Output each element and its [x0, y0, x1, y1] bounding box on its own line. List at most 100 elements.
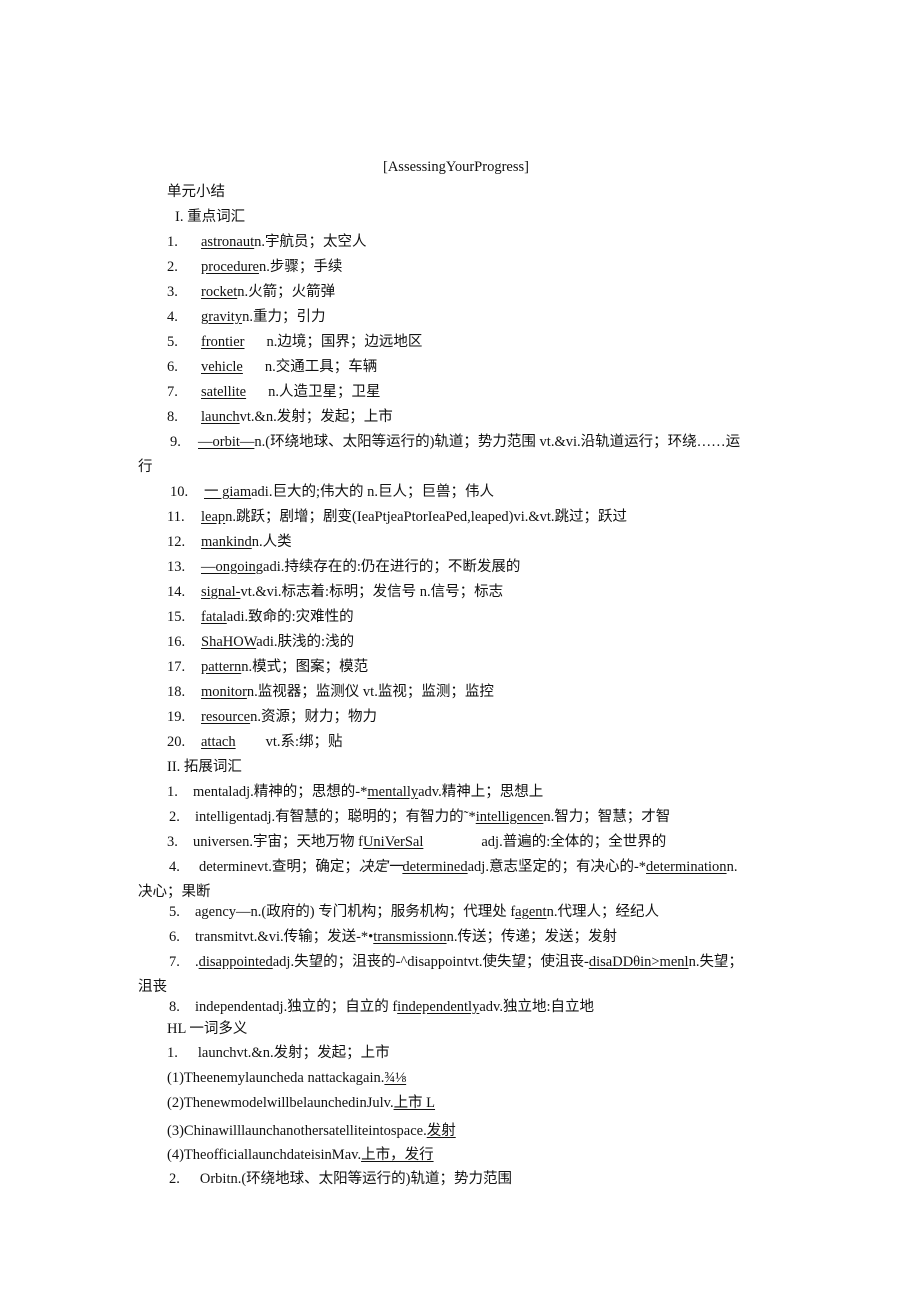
vocab-word: pattern — [201, 659, 242, 675]
vocab-definition: adi.巨大的;伟大的 n.巨人；巨兽；伟人 — [251, 484, 494, 500]
vocab-word: mankind — [201, 534, 252, 550]
key-vocab-item: 20. attach vt.系:绑；贴 — [167, 733, 343, 751]
derived-word: transmission — [373, 929, 447, 945]
item-number: 12. — [167, 534, 186, 550]
entry-continuation: 沮丧 — [138, 979, 167, 995]
sentence-text: (2)ThenewmodelwillbelaunchedinJulv. — [167, 1095, 394, 1111]
item-text: Orbitn.(环绕地球、太阳等运行的)轨道；势力范围 — [199, 1171, 513, 1187]
vocab-word: vehicle — [201, 359, 243, 375]
word-entry: determinevt.查明；确定； — [199, 859, 359, 875]
vocab-definition: vt.系:绑；贴 — [265, 734, 343, 750]
derived-word: determined — [402, 859, 468, 875]
vocab-definition: n.边境；国界；边远地区 — [266, 334, 423, 350]
item-number: 5. — [169, 904, 180, 920]
item-number: 8. — [169, 999, 180, 1015]
derived-word: agent — [515, 904, 547, 920]
item-number: 1. — [167, 784, 178, 800]
word-entry-italic: 决定一 — [358, 859, 403, 875]
entry-continuation: 决心；果断 — [138, 884, 211, 900]
example-sentence: (3)Chinawilllaunchanothersatelliteintosp… — [167, 1122, 456, 1140]
extended-vocab-item: 6. transmitvt.&vi.传输；发送-*•transmissionn.传… — [169, 928, 617, 946]
item-number: 16. — [167, 634, 186, 650]
item-number: 14. — [167, 584, 186, 600]
key-vocab-item: 10. 一 giamadi.巨大的;伟大的 n.巨人；巨兽；伟人 — [170, 483, 494, 501]
item-number: 1. — [167, 234, 178, 250]
extended-vocab-item: 8. independentadj.独立的；自立的 findependentlya… — [169, 998, 594, 1016]
item-number: 4. — [169, 859, 180, 875]
vocab-definition: n.步骤；手续 — [258, 259, 343, 275]
vocab-word: satellite — [201, 384, 247, 400]
page-title: [AssessingYourProgress] — [383, 159, 529, 175]
derived-word-2: determination — [646, 859, 727, 875]
vocab-definition: n.人造卫星；卫星 — [268, 384, 381, 400]
word-entry: universen.宇宙；天地万物 f — [193, 834, 363, 850]
item-number: 19. — [167, 709, 186, 725]
vocab-definition: n.模式；图案；模范 — [241, 659, 369, 675]
derived-definition: adv.精神上；思想上 — [418, 784, 544, 800]
derived-definition: n.代理人；经纪人 — [546, 904, 659, 920]
item-number: 5. — [167, 334, 178, 350]
vocab-word: rocket — [201, 284, 238, 300]
derived-definition-2: n.失望； — [688, 954, 743, 970]
vocab-definition: adi.肤浅的:浅的 — [256, 634, 355, 650]
sentence-text: (3)Chinawilllaunchanothersatelliteintosp… — [167, 1123, 427, 1139]
derived-word: mentally — [367, 784, 419, 800]
vocab-word: procedure — [201, 259, 259, 275]
vocab-definition: n.火箭；火箭弹 — [237, 284, 336, 300]
word-entry: transmitvt.&vi.传输；发送-*• — [195, 929, 374, 945]
vocab-word: launch — [201, 409, 240, 425]
vocab-definition: n.跳跃；剧增；剧变(IeaPtjeaPtorIeaPed,leaped)vi.… — [225, 509, 628, 525]
item-text: launchvt.&n.发射；发起；上市 — [197, 1045, 390, 1061]
vocab-word: —orbit— — [198, 434, 255, 450]
polysemy-item-1: 1. launchvt.&n.发射；发起；上市 — [167, 1044, 390, 1062]
item-number: 4. — [167, 309, 178, 325]
item-number: 15. — [167, 609, 186, 625]
answer-blank: 发射 — [426, 1123, 456, 1139]
section-heading-key-vocab: I. 重点词汇 — [175, 209, 246, 225]
example-sentence: (1)Theenemylauncheda nattackagain.¾⅛ — [167, 1069, 406, 1087]
example-sentence: (2)ThenewmodelwillbelaunchedinJulv.上市 L — [167, 1094, 435, 1112]
vocab-word: gravity — [201, 309, 243, 325]
derived-word: independently — [397, 999, 480, 1015]
extended-vocab-item: 3. universen.宇宙；天地万物 fUniVerSal adj.普遍的:全体… — [167, 833, 666, 851]
extended-vocab-item: 2. intelligentadj.有智慧的；聪明的；有智力的˜*intellig… — [169, 808, 670, 826]
item-number: 10. — [170, 484, 189, 500]
extended-vocab-item: 4. determinevt.查明；确定；决定一determinedadj.意志坚… — [169, 858, 737, 876]
item-number: 7. — [167, 384, 178, 400]
word-entry: intelligentadj.有智慧的；聪明的；有智力的˜* — [195, 809, 476, 825]
key-vocab-item: 6. vehicle n.交通工具；车辆 — [167, 358, 377, 376]
derived-definition: adj.意志坚定的；有决心的-* — [467, 859, 647, 875]
item-number: 8. — [167, 409, 178, 425]
key-vocab-item: 4. gravityn.重力；引力 — [167, 308, 325, 326]
vocab-definition-continuation: 行 — [138, 459, 153, 475]
vocab-definition: n.宇航员；太空人 — [254, 234, 367, 250]
vocab-word: resource — [201, 709, 251, 725]
item-number: 7. — [169, 954, 180, 970]
polysemy-item-2: 2. Orbitn.(环绕地球、太阳等运行的)轨道；势力范围 — [169, 1170, 512, 1188]
vocab-definition: adi.持续存在的:仍在进行的；不断发展的 — [263, 559, 521, 575]
key-vocab-item: 2. proceduren.步骤；手续 — [167, 258, 342, 276]
vocab-word: —ongoing — [201, 559, 264, 575]
item-number: 20. — [167, 734, 186, 750]
extended-vocab-item: 5. agency—n.(政府的) 专门机构；服务机构；代理处 fagentn.代… — [169, 903, 659, 921]
answer-blank: 上市，发行 — [361, 1147, 434, 1163]
key-vocab-item: 3. rocketn.火箭；火箭弹 — [167, 283, 335, 301]
derived-definition: adj.失望的；沮丧的-^disappointvt.使失望；使沮丧- — [272, 954, 589, 970]
answer-blank: ¾⅛ — [384, 1070, 407, 1086]
vocab-definition: n.交通工具；车辆 — [264, 359, 378, 375]
word-entry: independentadj.独立的；自立的 f — [195, 999, 398, 1015]
derived-word: UniVerSal — [362, 834, 424, 850]
sentence-text: (4)TheofficiallaunchdateisinMav. — [167, 1147, 362, 1163]
vocab-definition: vt.&vi.标志着:标明；发信号 n.信号；标志 — [240, 584, 504, 600]
section-heading-extended-vocab: II. 拓展词汇 — [167, 759, 242, 775]
unit-summary-heading: 单元小结 — [167, 184, 225, 200]
extended-vocab-item: 1. mentaladj.精神的；思想的-*mentallyadv.精神上；思想上 — [167, 783, 543, 801]
example-sentence: (4)TheofficiallaunchdateisinMav.上市，发行 — [167, 1146, 434, 1164]
vocab-word: monitor — [201, 684, 247, 700]
item-number: 3. — [167, 284, 178, 300]
vocab-word: astronaut — [201, 234, 255, 250]
derived-definition: adv.独立地:自立地 — [479, 999, 594, 1015]
vocab-definition: vt.&n.发射；发起；上市 — [239, 409, 393, 425]
item-number: 2. — [167, 259, 178, 275]
key-vocab-item: 16. ShaHOWadi.肤浅的:浅的 — [167, 633, 354, 651]
